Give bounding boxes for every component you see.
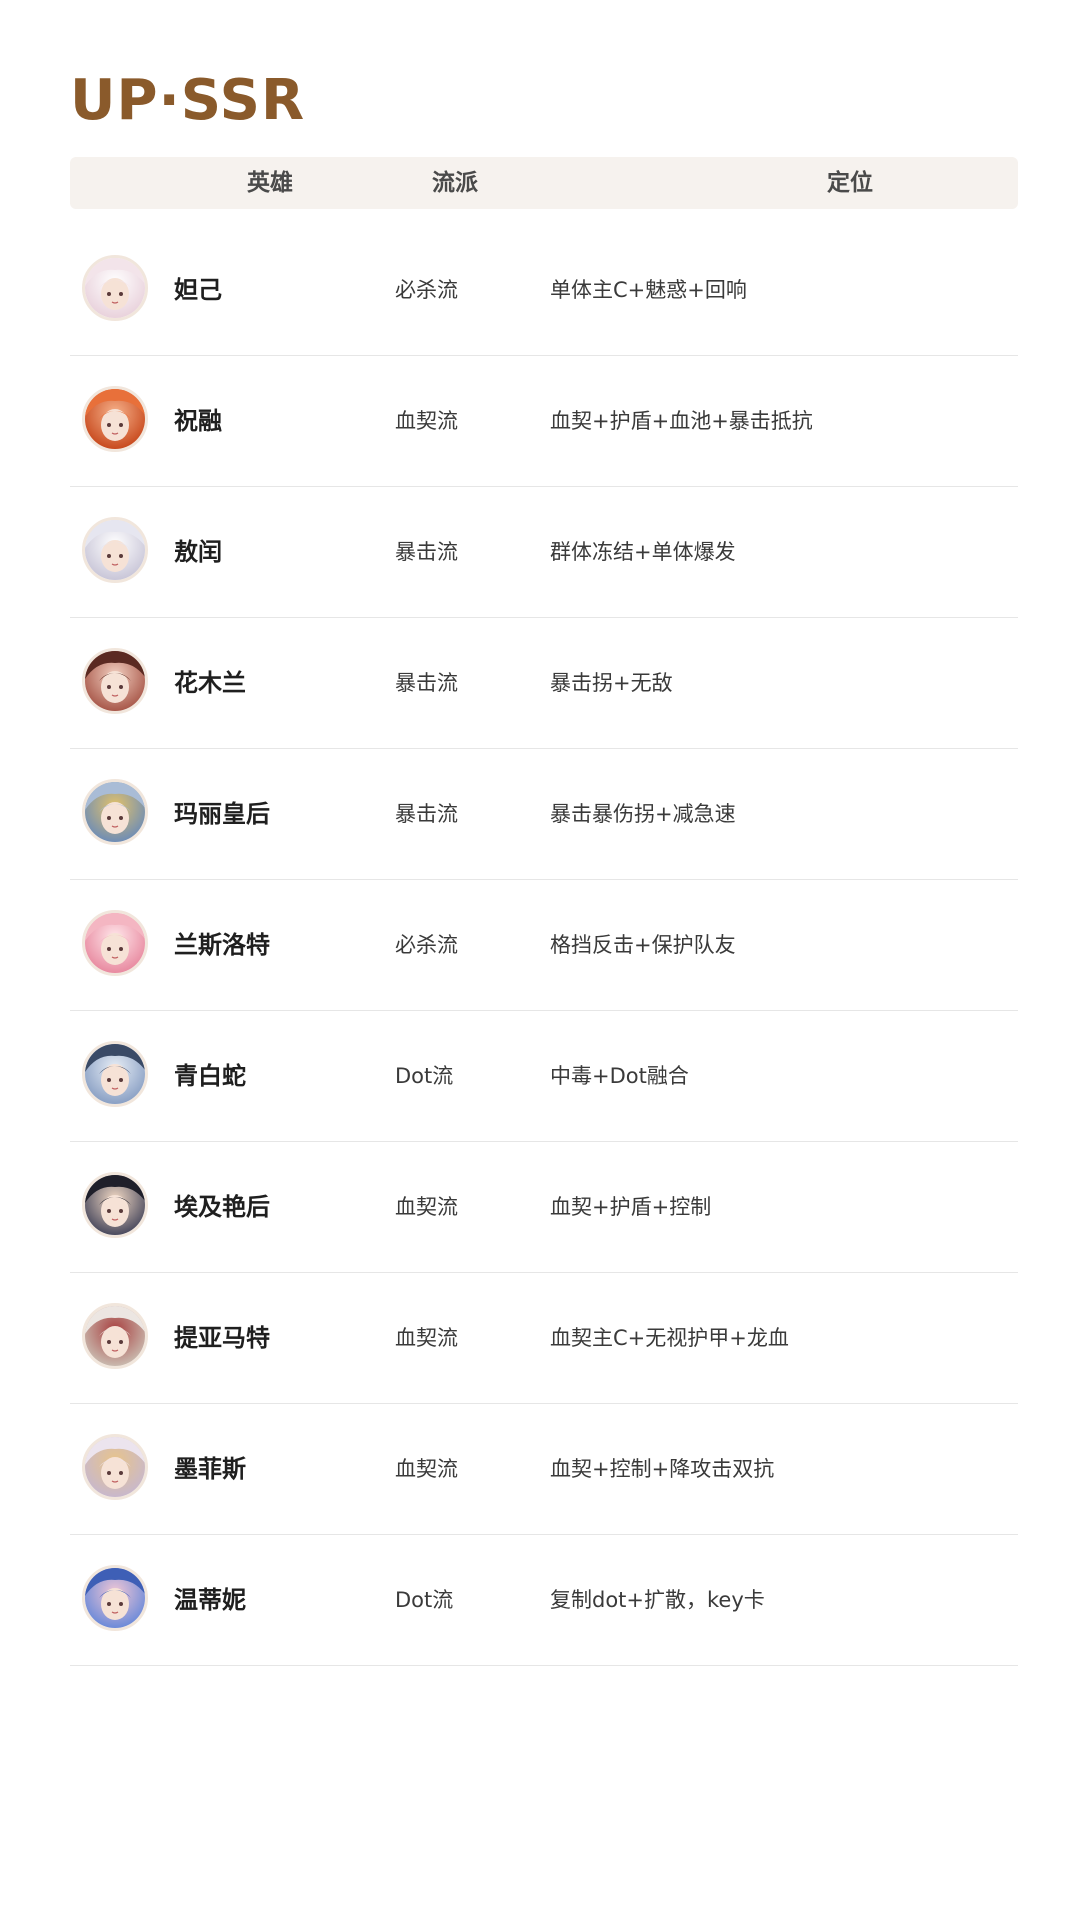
hero-avatar (82, 1041, 148, 1107)
table-row[interactable]: 玛丽皇后 暴击流 暴击暴伤拐+减急速 (70, 749, 1018, 880)
hero-name: 温蒂妮 (174, 1586, 246, 1614)
hero-name: 埃及艳后 (174, 1193, 270, 1221)
hero-school: 必杀流 (395, 278, 458, 302)
hero-school: 血契流 (395, 409, 458, 433)
header-role: 定位 (827, 170, 873, 196)
hero-avatar (82, 1303, 148, 1369)
hero-school: Dot流 (395, 1588, 454, 1612)
hero-school: 血契流 (395, 1326, 458, 1350)
table-row[interactable]: 青白蛇 Dot流 中毒+Dot融合 (70, 1011, 1018, 1142)
hero-avatar (82, 1565, 148, 1631)
hero-role: 格挡反击+保护队友 (550, 933, 736, 957)
hero-avatar (82, 910, 148, 976)
hero-role: 血契+控制+降攻击双抗 (550, 1457, 775, 1481)
page-title: UP·SSR (70, 68, 306, 133)
page: UP·SSR 英雄 流派 定位 妲己 必杀流 单体主C+魅惑+回响 祝融 血契流 血契+护… (0, 0, 1080, 1920)
table-row[interactable]: 墨菲斯 血契流 血契+控制+降攻击双抗 (70, 1404, 1018, 1535)
hero-school: 必杀流 (395, 933, 458, 957)
hero-avatar (82, 648, 148, 714)
hero-avatar (82, 779, 148, 845)
hero-school: 暴击流 (395, 540, 458, 564)
hero-name: 玛丽皇后 (174, 800, 270, 828)
hero-name: 敖闰 (174, 538, 222, 566)
table-row[interactable]: 祝融 血契流 血契+护盾+血池+暴击抵抗 (70, 356, 1018, 487)
hero-school: 暴击流 (395, 671, 458, 695)
hero-role: 血契+护盾+控制 (550, 1195, 712, 1219)
table-row[interactable]: 兰斯洛特 必杀流 格挡反击+保护队友 (70, 880, 1018, 1011)
hero-avatar (82, 1172, 148, 1238)
header-school: 流派 (432, 170, 478, 196)
hero-avatar (82, 1434, 148, 1500)
table-row[interactable]: 温蒂妮 Dot流 复制dot+扩散，key卡 (70, 1535, 1018, 1666)
table-row[interactable]: 埃及艳后 血契流 血契+护盾+控制 (70, 1142, 1018, 1273)
hero-role: 复制dot+扩散，key卡 (550, 1588, 765, 1612)
table-row[interactable]: 提亚马特 血契流 血契主C+无视护甲+龙血 (70, 1273, 1018, 1404)
hero-school: 血契流 (395, 1195, 458, 1219)
hero-name: 青白蛇 (174, 1062, 246, 1090)
hero-name: 兰斯洛特 (174, 931, 270, 959)
hero-role: 血契+护盾+血池+暴击抵抗 (550, 409, 813, 433)
hero-avatar (82, 517, 148, 583)
hero-table: 英雄 流派 定位 妲己 必杀流 单体主C+魅惑+回响 祝融 血契流 血契+护盾+血池+暴击… (70, 157, 1018, 1666)
header-hero: 英雄 (247, 170, 293, 196)
hero-role: 血契主C+无视护甲+龙血 (550, 1326, 789, 1350)
hero-avatar (82, 255, 148, 321)
table-row[interactable]: 敖闰 暴击流 群体冻结+单体爆发 (70, 487, 1018, 618)
hero-avatar (82, 386, 148, 452)
table-row[interactable]: 妲己 必杀流 单体主C+魅惑+回响 (70, 225, 1018, 356)
hero-name: 花木兰 (174, 669, 246, 697)
table-header: 英雄 流派 定位 (70, 157, 1018, 209)
table-row[interactable]: 花木兰 暴击流 暴击拐+无敌 (70, 618, 1018, 749)
hero-name: 祝融 (174, 407, 222, 435)
table-body: 妲己 必杀流 单体主C+魅惑+回响 祝融 血契流 血契+护盾+血池+暴击抵抗 敖闰 暴击流 群体… (70, 225, 1018, 1666)
hero-name: 墨菲斯 (174, 1455, 246, 1483)
hero-role: 暴击拐+无敌 (550, 671, 673, 695)
hero-school: 暴击流 (395, 802, 458, 826)
hero-name: 妲己 (174, 276, 222, 304)
hero-role: 中毒+Dot融合 (550, 1064, 689, 1088)
hero-school: Dot流 (395, 1064, 454, 1088)
hero-name: 提亚马特 (174, 1324, 270, 1352)
hero-role: 暴击暴伤拐+减急速 (550, 802, 736, 826)
hero-role: 单体主C+魅惑+回响 (550, 278, 747, 302)
hero-school: 血契流 (395, 1457, 458, 1481)
hero-role: 群体冻结+单体爆发 (550, 540, 736, 564)
